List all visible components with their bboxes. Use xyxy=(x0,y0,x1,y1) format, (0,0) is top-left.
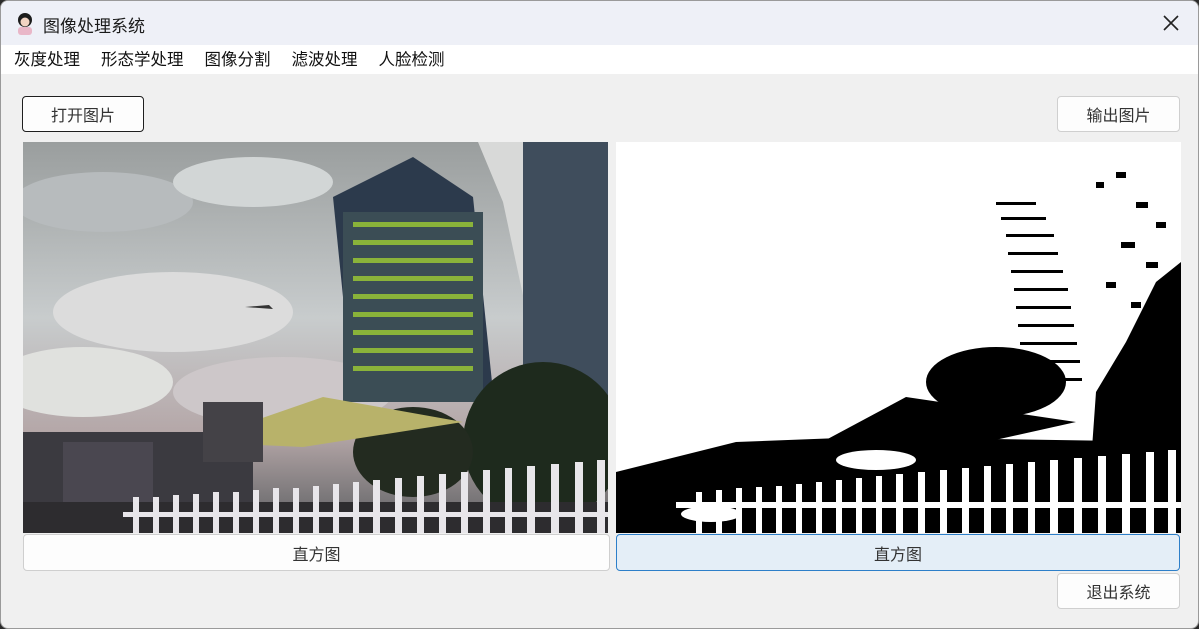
menu-face-detection[interactable]: 人脸检测 xyxy=(369,45,456,74)
close-button[interactable] xyxy=(1144,1,1198,45)
menu-grayscale[interactable]: 灰度处理 xyxy=(4,45,91,74)
open-image-button[interactable]: 打开图片 xyxy=(22,96,144,132)
histogram-right-button[interactable]: 直方图 xyxy=(616,534,1180,571)
menu-segmentation[interactable]: 图像分割 xyxy=(195,45,282,74)
histogram-left-button[interactable]: 直方图 xyxy=(23,534,610,571)
image-original-icon xyxy=(23,142,608,533)
processed-image xyxy=(616,142,1181,533)
window-title: 图像处理系统 xyxy=(43,17,145,37)
exit-system-button[interactable]: 退出系统 xyxy=(1057,573,1180,609)
image-binary-icon xyxy=(616,142,1181,533)
app-window: 图像处理系统 灰度处理 形态学处理 图像分割 滤波处理 人脸检测 打开图片 输出… xyxy=(0,0,1199,629)
title-bar: 图像处理系统 xyxy=(1,1,1198,45)
close-icon xyxy=(1163,15,1179,31)
menu-morphology[interactable]: 形态学处理 xyxy=(91,45,195,74)
export-image-button[interactable]: 输出图片 xyxy=(1057,96,1180,132)
app-avatar-icon xyxy=(18,13,32,35)
menu-filtering[interactable]: 滤波处理 xyxy=(282,45,369,74)
menu-bar: 灰度处理 形态学处理 图像分割 滤波处理 人脸检测 xyxy=(1,45,1198,74)
original-image xyxy=(23,142,608,533)
